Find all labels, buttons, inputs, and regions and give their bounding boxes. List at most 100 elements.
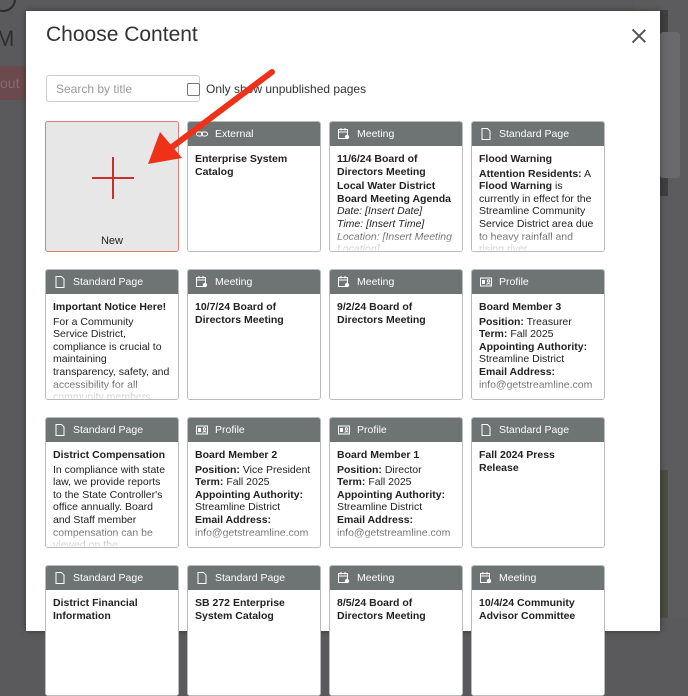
background-about-button: out [0,66,28,100]
card-excerpt-line: Appointing Authority: [337,488,446,501]
card-excerpt-line: Time: [Insert Time] [337,217,425,230]
card-type-label: Meeting [357,276,395,288]
content-card[interactable]: Meeting 10/4/24 Community Advisor Committ… [471,565,605,696]
content-card[interactable]: Profile Board Member 3 Position: Treasurer… [471,269,605,400]
card-type-label: Meeting [499,572,537,584]
card-excerpt-line: For a Community Service District, compli… [53,315,170,400]
card-body: Board Member 2 Position: Vice President Te… [188,442,320,547]
card-title: 10/4/24 Community Advisor Committee [479,597,576,622]
card-type-header: Meeting [188,270,320,294]
card-excerpt-line: info@getstreamline.com [195,526,309,539]
card-title: Flood Warning [479,153,553,165]
card-title: District Compensation [53,449,166,461]
card-type-label: External [215,128,254,140]
profile-icon [196,424,208,436]
content-card[interactable]: Standard Page Flood Warning Attention Resi… [471,121,605,252]
card-type-header: Standard Page [46,566,178,590]
new-content-card[interactable]: New [45,121,179,252]
profile-icon [338,424,350,436]
card-type-header: Meeting [330,270,462,294]
unpublished-filter[interactable]: Only show unpublished pages [187,82,366,96]
card-type-header: Standard Page [472,122,604,146]
card-body: Flood Warning Attention Residents: A Floo… [472,146,604,252]
content-card[interactable]: Meeting 11/6/24 Board of Directors Meetin… [329,121,463,252]
background-right-card [660,32,680,178]
calendar-icon [338,572,350,584]
card-excerpt-line: info@getstreamline.com [479,378,593,391]
card-excerpt-line: Term: Fall 2025 [479,328,554,341]
card-excerpt-line: Appointing Authority: [479,340,588,353]
card-excerpt-line: In compliance with state law, we provide… [53,463,166,548]
card-excerpt-line: Term: Fall 2025 [337,476,412,489]
page-icon [480,128,492,140]
card-type-header: Standard Page [46,418,178,442]
calendar-icon [338,276,350,288]
card-body: Board Member 3 Position: Treasurer Term: F… [472,294,604,399]
card-type-header: Meeting [330,566,462,590]
card-type-header: Profile [472,270,604,294]
card-title: Board Member 2 [195,449,278,461]
card-type-label: Meeting [357,128,395,140]
card-excerpt-line: Appointing Authority: [195,488,304,501]
card-body: SB 272 Enterprise System Catalog [188,590,320,695]
card-body: District Financial Information [46,590,178,695]
card-body: Fall 2024 Press Release [472,442,604,547]
card-type-label: Profile [215,424,245,436]
card-body: 11/6/24 Board of Directors Meeting Local … [330,146,462,252]
choose-content-modal: Choose Content Only show unpublished pag… [26,11,660,696]
card-excerpt-line: Date: [Insert Date] [337,205,423,218]
card-title: 8/5/24 Board of Directors Meeting [337,597,426,622]
calendar-icon [338,128,350,140]
page-icon [196,572,208,584]
page-icon [480,424,492,436]
card-type-header: Profile [330,418,462,442]
content-card[interactable]: Meeting 8/5/24 Board of Directors Meeting [329,565,463,696]
card-type-label: Profile [357,424,387,436]
background-logo [0,0,16,12]
content-card[interactable]: Standard Page SB 272 Enterprise System Ca… [187,565,321,696]
card-type-label: Standard Page [73,572,144,584]
content-card[interactable]: Standard Page District Compensation In com… [45,417,179,548]
page-icon [54,276,66,288]
card-type-label: Meeting [357,572,395,584]
content-card[interactable]: External Enterprise System Catalog [187,121,321,252]
content-card[interactable]: Profile Board Member 2 Position: Vice Pres… [187,417,321,548]
profile-icon [480,276,492,288]
card-type-header: External [188,122,320,146]
link-icon [196,128,208,140]
card-excerpt-line: Email Address: [337,513,414,526]
page-icon [54,424,66,436]
card-excerpt-line: Streamline District [479,353,565,366]
card-excerpt-line: Term: Fall 2025 [195,476,270,489]
close-icon[interactable] [630,27,648,45]
card-title: Important Notice Here! [53,301,167,313]
content-card[interactable]: Standard Page Important Notice Here! For a… [45,269,179,400]
card-excerpt-line: Position: Director [337,463,422,476]
content-card[interactable]: Standard Page District Financial Informat… [45,565,179,696]
card-type-label: Profile [499,276,529,288]
card-title: District Financial Information [53,597,138,622]
card-body: Board Member 1 Position: Director Term: Fa… [330,442,462,547]
card-title: Fall 2024 Press Release [479,449,555,474]
card-excerpt-line: Local Water District Board Meeting Agend… [337,180,451,205]
plus-icon [92,157,134,199]
background-image [660,470,668,618]
card-excerpt-line: Email Address: [479,365,556,378]
unpublished-checkbox[interactable] [187,82,200,96]
search-input[interactable] [46,75,200,102]
card-type-header: Standard Page [188,566,320,590]
card-type-label: Meeting [215,276,253,288]
content-card[interactable]: Profile Board Member 1 Position: Director T… [329,417,463,548]
content-card[interactable]: Meeting 9/2/24 Board of Directors Meeting [329,269,463,400]
content-card[interactable]: Standard Page Fall 2024 Press Release [471,417,605,548]
card-title: 11/6/24 Board of Directors Meeting [337,153,426,178]
card-excerpt-line: Attention Residents: A Flood Warning is … [479,167,594,252]
card-excerpt-line: Location: [Insert Meeting Location] [337,230,452,252]
content-card[interactable]: Meeting 10/7/24 Board of Directors Meetin… [187,269,321,400]
card-type-label: Standard Page [73,276,144,288]
card-excerpt-line: Position: Treasurer [479,315,572,328]
card-type-label: Standard Page [499,128,570,140]
card-type-label: Standard Page [73,424,144,436]
card-excerpt-line: Email Address: [195,513,272,526]
card-excerpt-line: Position: Vice President [195,463,311,476]
